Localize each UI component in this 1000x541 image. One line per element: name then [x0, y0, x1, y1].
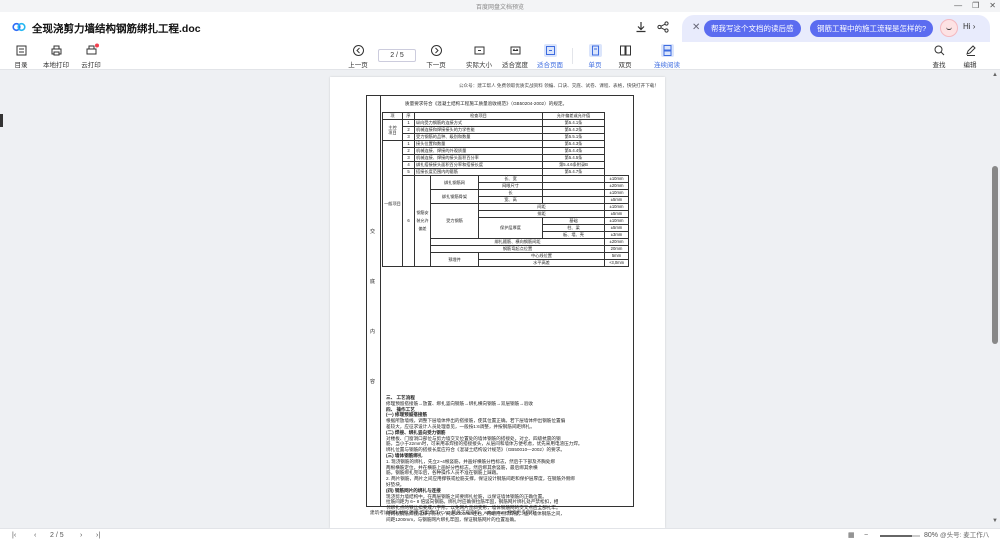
status-bar: |‹ ‹ 2 / 5 › ›| ▦ − 80%: [0, 528, 1000, 541]
share-icon[interactable]: [656, 20, 670, 34]
table-row: 2 机械连接和焊接接头的力学性能 第5.4.2条: [383, 126, 629, 134]
side-label: 底: [370, 279, 376, 285]
page-header-note: 公众号：建工帮人 免费领取优质实战资料 领编、口诀、交底、试卷、课程、表格，快快…: [458, 83, 659, 88]
cloud-printer-icon: [86, 43, 99, 55]
printer-icon: [51, 45, 61, 56]
maximize-button[interactable]: ❐: [972, 0, 979, 12]
window-controls: — ❐ ✕: [954, 0, 996, 12]
side-label: 交: [370, 229, 376, 235]
table-row: 4 绑扎搭接接头面积百分率和搭接长度 第5.4.6条附录B: [383, 161, 629, 169]
fit-page-button[interactable]: 适合页面: [533, 44, 567, 69]
ai-greeting[interactable]: Hi ›: [963, 22, 975, 31]
edit-button[interactable]: 编辑: [953, 44, 987, 69]
table-row: 主控 项目 1 纵向受力钢筋的连接方式 第5.4.1条: [382, 119, 629, 141]
search-button[interactable]: 查找: [922, 44, 956, 69]
side-label: 内: [370, 329, 376, 335]
double-page-icon: [619, 45, 631, 56]
document-page: 公众号：建工帮人 免费领取优质实战资料 领编、口诀、交底、试卷、课程、表格，快快…: [330, 77, 665, 528]
zoom-level: 80%: [924, 532, 939, 539]
table-header-row: 项 序 检查项目 允许偏差或允许值: [382, 112, 629, 120]
page-number-input[interactable]: 2 / 5: [378, 49, 416, 62]
actual-size-button[interactable]: 实际大小: [462, 44, 496, 69]
close-window-button[interactable]: ✕: [989, 0, 996, 12]
fit-page-icon: [543, 44, 557, 57]
side-label-column: 交 底 内 容: [367, 96, 381, 506]
intro-text: 质量要求符合《混凝土结构工程施工质量验收规范》（GB50204-2002）的规定…: [405, 101, 568, 106]
vertical-scrollbar[interactable]: ▲ ▼: [990, 70, 1000, 528]
fit-width-button[interactable]: 适合宽度: [498, 44, 532, 69]
single-page-icon: [588, 44, 602, 57]
scroll-up-icon[interactable]: ▲: [992, 72, 998, 78]
side-label: 容: [370, 379, 376, 385]
table-row: 3 受力钢筋的品种、级别和数量 第5.5.1条: [383, 133, 629, 141]
chevron-right-circle-icon: [430, 45, 442, 56]
scroll-down-icon[interactable]: ▼: [992, 518, 998, 524]
continuous-read-icon: [660, 44, 674, 57]
watermark-text: @头号: 麦工作八: [940, 532, 990, 539]
cloud-print-button[interactable]: 云打印: [74, 43, 108, 69]
search-icon: [934, 45, 944, 56]
table-row: 3 机械连接、焊接的接头面积百分率 第5.4.5条: [383, 154, 629, 162]
zoom-slider[interactable]: [880, 535, 920, 537]
fit-width-icon: [510, 46, 520, 55]
status-page-indicator[interactable]: 2 / 5: [50, 531, 64, 540]
document-title: 全现浇剪力墙结构钢筋绑扎工程.doc: [32, 23, 201, 35]
double-page-button[interactable]: 双页: [608, 44, 642, 69]
page-footer: 建筑考试资料 材料 题库 方案 施工 CAD 软件下载资料：wdtgh.com …: [370, 510, 537, 515]
paragraph-line: 间距1200mm，与钢筋网片绑扎牢固，保证钢筋网片的位置准确。: [386, 516, 519, 522]
ai-assistant-panel: ✕ 帮我写这个文档的读后感 钢筋工程中的施工流程是怎样的? Hi ›: [682, 15, 990, 42]
quality-spec-table: 项 序 检查项目 允许偏差或允许值 主控 项目 1 纵向受力钢筋的连接方式 第5.…: [382, 112, 629, 267]
os-title-bar: 百度网盘文档预览 — ❐ ✕: [0, 0, 1000, 12]
chevron-left-circle-icon: [352, 45, 364, 56]
prev-page-icon[interactable]: ‹: [34, 531, 36, 540]
actual-size-icon: [474, 46, 484, 55]
next-page-icon[interactable]: ›: [80, 531, 82, 540]
zoom-out-icon[interactable]: −: [864, 531, 868, 540]
continuous-read-button[interactable]: 连续阅读: [650, 44, 684, 69]
last-page-icon[interactable]: ›|: [96, 531, 100, 540]
ai-suggestion-chip[interactable]: 钢筋工程中的施工流程是怎样的?: [810, 20, 934, 37]
toolbar: 目录 本地打印 云打印 上一页 2 / 5 下一页 实际大小 适合宽度 适合页面…: [0, 42, 1000, 70]
outline-icon: [16, 45, 26, 56]
minimize-button[interactable]: —: [954, 0, 962, 12]
ai-close-icon[interactable]: ✕: [692, 22, 700, 33]
download-icon[interactable]: [634, 20, 648, 34]
ai-avatar-icon[interactable]: [940, 19, 958, 37]
table-row: 一般项目 1 接头位置和数量 第5.4.3条: [382, 140, 629, 267]
ai-suggestion-chip[interactable]: 帮我写这个文档的读后感: [704, 20, 801, 37]
toolbar-divider: [572, 48, 573, 64]
sidebar-toggle-handle[interactable]: [0, 114, 3, 127]
table-row: 5 搭接长度范围内的箍筋 第5.4.7条: [383, 168, 629, 176]
next-page-button[interactable]: 下一页: [419, 44, 453, 69]
table-row: 6 钢筋安装允许偏差 绑扎钢筋网 长、宽 ±10mm: [383, 175, 629, 267]
prev-page-button[interactable]: 上一页: [341, 44, 375, 69]
first-page-icon[interactable]: |‹: [12, 531, 16, 540]
edit-pencil-icon: [965, 45, 976, 56]
baidu-netdisk-logo-icon: [12, 22, 26, 32]
table-row: 2 机械连接、焊接的外观质量 第5.4.4条: [383, 147, 629, 155]
os-window-title: 百度网盘文档预览: [475, 4, 524, 11]
app-header: 全现浇剪力墙结构钢筋绑扎工程.doc ✕ 帮我写这个文档的读后感 钢筋工程中的施…: [0, 12, 1000, 42]
local-print-button[interactable]: 本地打印: [39, 44, 73, 69]
view-grid-icon[interactable]: ▦: [848, 531, 855, 540]
single-page-button[interactable]: 单页: [578, 44, 612, 69]
outline-button[interactable]: 目录: [4, 44, 38, 69]
paragraph-line: 2. 两片钢筋，两片之间应用撑铁或拉筋支撑，保证设计钢筋间距和保护层厚度，在钢筋…: [386, 476, 575, 482]
zoom-slider-fill: [880, 535, 912, 537]
scrollbar-thumb[interactable]: [992, 166, 998, 344]
